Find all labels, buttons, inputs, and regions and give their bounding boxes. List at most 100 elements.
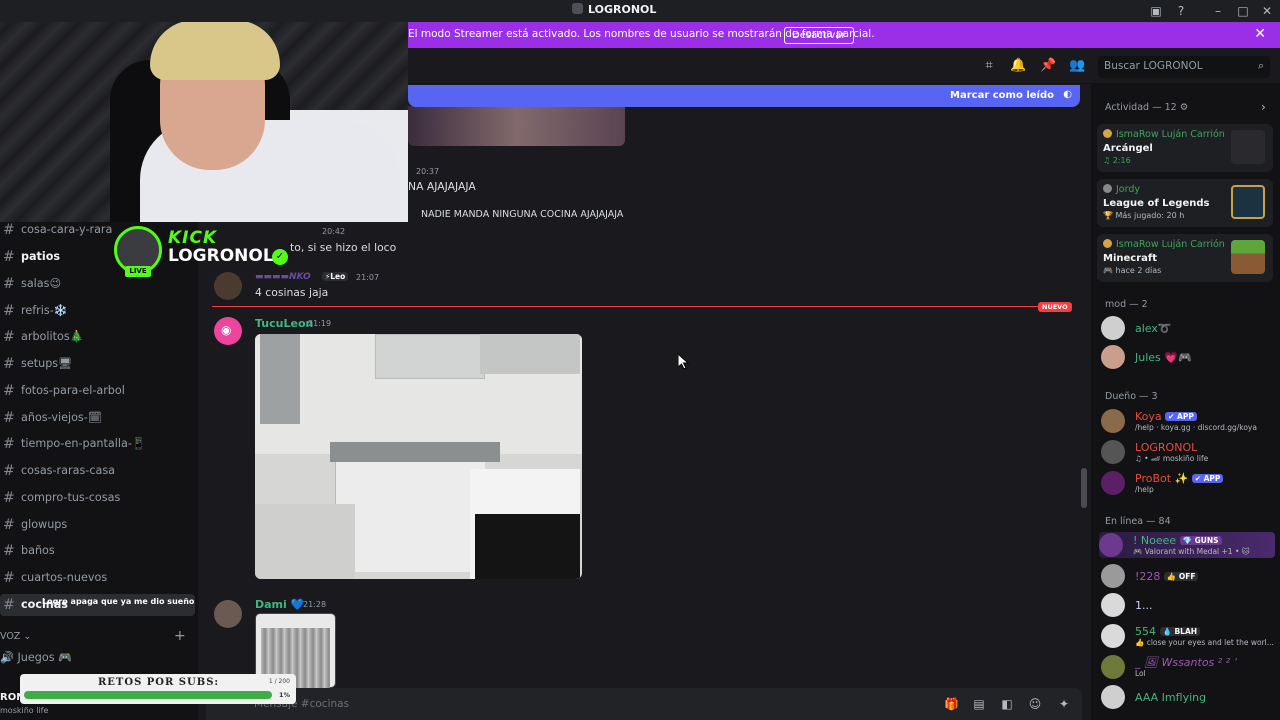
member-item[interactable]: LOGRONOL ♫ • 🏎 moskiño life xyxy=(1101,439,1277,465)
minecraft-icon xyxy=(1231,240,1265,274)
mouse-cursor-icon xyxy=(678,354,690,370)
hash-icon: # xyxy=(3,356,15,372)
avatar xyxy=(1101,440,1125,464)
threads-icon[interactable]: ⌗ xyxy=(981,58,997,74)
message-text: NADIE MANDA NINGUNA COCINA AJAJAJAJA xyxy=(421,209,624,220)
activity-header: Actividad — 12 ⚙ xyxy=(1105,102,1189,113)
channel-item[interactable]: # setups🖥 xyxy=(0,353,195,375)
webcam-overlay xyxy=(0,0,408,222)
hash-icon: # xyxy=(3,543,15,559)
inbox-icon[interactable]: ▣ xyxy=(1148,3,1164,19)
mod-header: mod — 2 xyxy=(1105,299,1148,310)
voice-channel-juegos[interactable]: 🔊 Juegos 🎮 xyxy=(0,651,72,664)
hash-icon: # xyxy=(3,249,15,265)
voice-category[interactable]: VOZ ⌄ xyxy=(0,631,31,642)
channel-item[interactable]: # compro-tus-cosas xyxy=(0,487,195,509)
gif-icon[interactable]: ▤ xyxy=(972,697,986,711)
new-messages-divider xyxy=(212,306,1072,307)
message-username[interactable]: TucuLeon xyxy=(255,317,313,330)
user-status: moskiño life xyxy=(0,706,49,715)
channel-header: ⌗ 🔔 📌 👥 Buscar LOGRONOL ⌕ xyxy=(408,48,1280,84)
server-icon xyxy=(572,3,583,14)
channel-item[interactable]: # años-viejos-🗓 xyxy=(0,407,195,429)
notification-bell-icon[interactable]: 🔔 xyxy=(1010,58,1026,74)
member-item[interactable]: 1... xyxy=(1101,592,1277,618)
previous-image-attachment[interactable] xyxy=(408,106,625,146)
avatar[interactable] xyxy=(214,600,242,628)
avatar[interactable]: ◉ xyxy=(214,317,242,345)
gift-icon[interactable]: 🎁 xyxy=(944,697,959,711)
message-composer[interactable]: Mensaje #cocinas 🎁 ▤ ◧ ☺ ✦ xyxy=(206,688,1082,720)
hash-icon: # xyxy=(3,490,15,506)
member-item[interactable]: ProBot ✨ ✔ APP /help xyxy=(1101,470,1277,496)
channel-item[interactable]: # refris-❄️ xyxy=(0,300,195,322)
hash-icon: # xyxy=(3,597,15,613)
member-item[interactable]: Jules 💗🎮 xyxy=(1101,344,1277,370)
mark-as-read-bar[interactable]: Marcar como leído ◐ xyxy=(408,85,1080,107)
member-item[interactable]: !228 👍 OFF xyxy=(1101,563,1277,589)
activity-card[interactable]: Jordy League of Legends 🏆 Más jugado: 20… xyxy=(1097,179,1273,227)
channel-item[interactable]: # fotos-para-el-arbol xyxy=(0,380,195,402)
streamer-mode-banner: El modo Streamer está activado. Los nomb… xyxy=(408,22,1280,48)
close-window-button[interactable]: ✕ xyxy=(1259,3,1275,19)
avatar xyxy=(1101,345,1125,369)
sticker-icon[interactable]: ◧ xyxy=(1000,697,1014,711)
window-title: LOGRONOL xyxy=(572,3,656,16)
member-item[interactable]: ! Noeee 💎 GUNS 🎮 Valorant with Medal +1 … xyxy=(1099,532,1275,558)
message-timestamp: 20:37 xyxy=(416,167,440,176)
channel-item[interactable]: # cosas-raras-casa xyxy=(0,460,195,482)
channel-item[interactable]: # cuartos-nuevos xyxy=(0,567,195,589)
member-item[interactable]: AAA Imflying xyxy=(1101,684,1277,710)
message-timestamp: 21:19 xyxy=(308,319,332,328)
online-header: En línea — 84 xyxy=(1105,516,1171,527)
goal-count: 1 / 200 xyxy=(268,678,290,685)
member-list-icon[interactable]: 👥 xyxy=(1069,58,1085,74)
hash-icon: # xyxy=(3,570,15,586)
league-of-legends-icon xyxy=(1231,185,1265,219)
message-username[interactable]: Dami 💙 xyxy=(255,598,304,611)
avatar xyxy=(1101,316,1125,340)
member-sidebar: Actividad — 12 ⚙ › IsmaRow Luján Carrión… xyxy=(1091,84,1280,720)
hash-icon: # xyxy=(3,329,15,345)
member-item[interactable]: 554 💧 BLAH 👍 close your eyes and let the… xyxy=(1101,623,1277,649)
avatar xyxy=(1101,624,1125,648)
pin-icon[interactable]: 📌 xyxy=(1040,58,1056,74)
message-text: NA AJAJAJAJA xyxy=(408,180,476,193)
channel-item[interactable]: # tiempo-en-pantalla-📱 xyxy=(0,433,195,455)
close-banner-icon[interactable]: ✕ xyxy=(1254,26,1266,42)
user-tag: ⚡Leo xyxy=(322,272,349,281)
subs-goal-overlay: RETOS POR SUBS: 1 / 200 1% xyxy=(20,674,296,704)
chevron-right-icon[interactable]: › xyxy=(1261,100,1266,114)
add-channel-icon[interactable]: + xyxy=(174,628,186,644)
channel-item[interactable]: # glowups xyxy=(0,514,195,536)
goal-label: RETOS POR SUBS: xyxy=(98,677,220,688)
hash-icon: # xyxy=(3,276,15,292)
user-avatar-small xyxy=(1103,129,1112,138)
help-icon[interactable]: ? xyxy=(1173,3,1189,19)
channel-item[interactable]: # baños xyxy=(0,540,195,562)
hash-icon: # xyxy=(3,436,15,452)
chat-scrollbar[interactable] xyxy=(1081,468,1087,508)
kitchen-photo-attachment[interactable] xyxy=(255,334,582,579)
kick-stream-badge: LIVE KICK LOGRONOL ✓ xyxy=(112,224,292,278)
maximize-button[interactable]: □ xyxy=(1235,3,1251,19)
title-bar: LOGRONOL ▣ ? – □ ✕ xyxy=(0,0,1280,22)
channel-item[interactable]: # arbolitos🎄 xyxy=(0,326,195,348)
message-text: to, si se hizo el loco xyxy=(290,241,397,254)
minimize-button[interactable]: – xyxy=(1210,3,1226,19)
disable-streamer-mode-button[interactable]: Desactivar xyxy=(784,27,854,44)
activity-card[interactable]: IsmaRow Luján Carrión Arcángel ♫ 2:16 xyxy=(1097,124,1273,172)
activity-card[interactable]: IsmaRow Luján Carrión Minecraft 🎮 hace 2… xyxy=(1097,234,1273,282)
avatar xyxy=(1101,593,1125,617)
emoji-icon[interactable]: ☺ xyxy=(1028,697,1042,711)
search-input[interactable]: Buscar LOGRONOL ⌕ xyxy=(1098,56,1270,78)
goal-percent: 1% xyxy=(278,691,290,699)
member-item[interactable]: Koya ✔ APP /help · koya.gg · discord.gg/… xyxy=(1101,408,1277,434)
member-item[interactable]: _ 🖼 Wssantos ² ² ʾ Lol xyxy=(1101,654,1277,680)
kick-logo: KICK xyxy=(168,228,218,248)
apps-icon[interactable]: ✦ xyxy=(1057,697,1071,711)
member-item[interactable]: alex➰ xyxy=(1101,315,1277,341)
avatar xyxy=(1101,471,1125,495)
live-badge: LIVE xyxy=(125,266,151,277)
hash-icon: # xyxy=(3,517,15,533)
